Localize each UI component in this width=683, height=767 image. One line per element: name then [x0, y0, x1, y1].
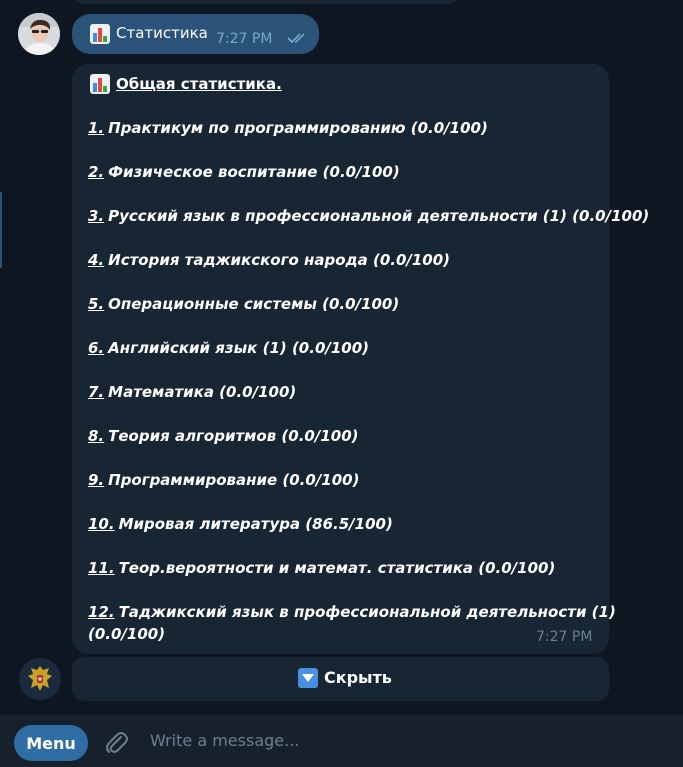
incoming-message-time: 7:27 PM — [536, 629, 593, 645]
list-item: 8. Теория алгоритмов (0.0/100) — [88, 427, 359, 445]
list-item: 11. Теор.вероятности и математ. статистик… — [88, 559, 556, 577]
bot-avatar[interactable] — [19, 658, 61, 700]
outgoing-message-bubble[interactable]: Статистика 7:27 PM — [72, 14, 319, 54]
outgoing-message-text: Статистика — [116, 24, 208, 42]
previous-message-bubble[interactable] — [72, 0, 460, 4]
message-title: Общая статистика. — [116, 75, 282, 93]
list-item: 1. Практикум по программированию (0.0/100… — [88, 119, 488, 137]
message-input[interactable]: Write a message... — [150, 731, 630, 755]
bar-chart-icon — [90, 24, 110, 44]
incoming-message-bubble[interactable]: Общая статистика. 1. Практикум по програм… — [72, 64, 649, 654]
list-item: 4. История таджикского народа (0.0/100) — [88, 251, 451, 269]
double-check-icon — [287, 33, 305, 44]
menu-button[interactable]: Menu — [14, 725, 88, 761]
list-item: 5. Операционные системы (0.0/100) — [88, 295, 400, 313]
user-avatar[interactable] — [18, 13, 60, 55]
scroll-accent — [0, 192, 2, 268]
message-composer: Menu Write a message... — [0, 714, 683, 767]
chat-area: Статистика 7:27 PM Общая статистика. 1. П… — [0, 0, 683, 714]
list-item: 3. Русский язык в профессиональной деятел… — [88, 207, 650, 225]
hide-button[interactable]: Скрыть — [72, 657, 609, 701]
bar-chart-icon — [90, 74, 110, 94]
list-item: 2. Физическое воспитание (0.0/100) — [88, 163, 400, 181]
list-item: 7. Математика (0.0/100) — [88, 383, 297, 401]
list-item: 12. Таджикский язык в профессиональной де… — [88, 603, 616, 621]
list-item-continuation: (0.0/100) — [88, 625, 166, 643]
paperclip-icon[interactable] — [102, 729, 130, 757]
list-item: 6. Английский язык (1) (0.0/100) — [88, 339, 370, 357]
list-item: 9. Программирование (0.0/100) — [88, 471, 360, 489]
down-arrow-icon — [298, 668, 318, 688]
list-item: 10. Мировая литература (86.5/100) — [88, 515, 393, 533]
hide-button-label: Скрыть — [324, 668, 392, 687]
outgoing-message-time: 7:27 PM — [216, 31, 273, 47]
